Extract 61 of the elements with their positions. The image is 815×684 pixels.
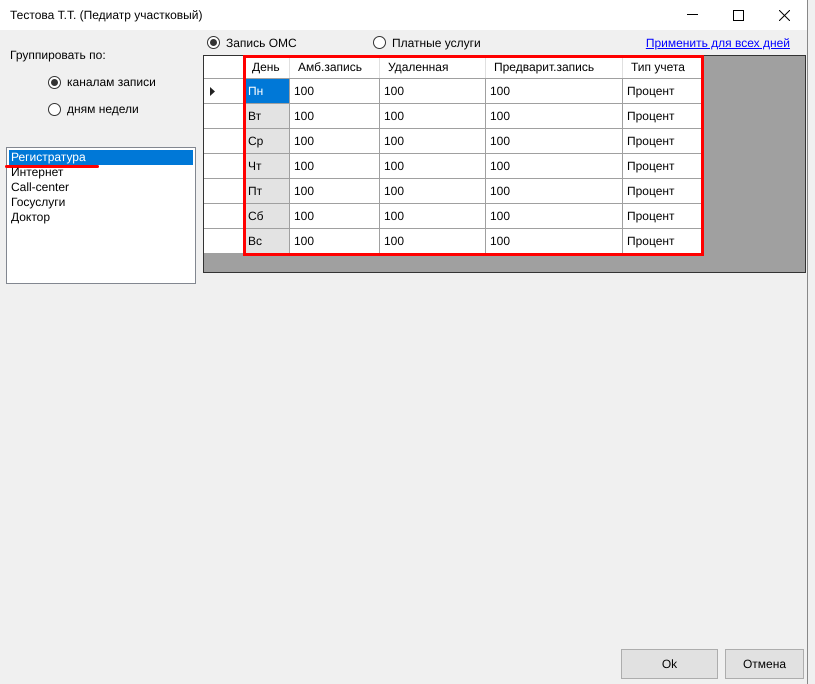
radio-label: дням недели xyxy=(67,101,139,118)
column-header[interactable]: День xyxy=(244,56,290,78)
table-cell[interactable]: Вс xyxy=(244,229,290,253)
table-cell[interactable]: 100 xyxy=(486,179,623,203)
group-by-label: Группировать по: xyxy=(10,47,107,64)
table-cell[interactable]: Пт xyxy=(244,179,290,203)
maximize-icon xyxy=(732,10,744,20)
table-cell[interactable]: 100 xyxy=(380,79,486,103)
radio-label: каналам записи xyxy=(67,74,156,91)
table-cell[interactable]: 100 xyxy=(486,104,623,128)
table-cell[interactable]: Процент xyxy=(623,204,704,228)
dialog-button[interactable]: Ok xyxy=(621,649,718,679)
table-cell[interactable]: Сб xyxy=(244,204,290,228)
table-cell[interactable]: 100 xyxy=(486,154,623,178)
table-cell[interactable]: 100 xyxy=(380,229,486,253)
column-header[interactable]: Предварит.запись xyxy=(486,56,623,78)
table-cell[interactable]: 100 xyxy=(380,104,486,128)
table-cell[interactable]: Процент xyxy=(623,154,704,178)
list-item[interactable]: Доктор xyxy=(9,210,193,225)
minimize-icon xyxy=(686,14,698,16)
table-cell[interactable]: Процент xyxy=(623,229,704,253)
table-cell[interactable]: 100 xyxy=(290,229,380,253)
table-cell[interactable]: Процент xyxy=(623,104,704,128)
radio-label: Запись ОМС xyxy=(226,34,297,52)
radio-button[interactable] xyxy=(373,36,386,49)
table-cell[interactable]: 100 xyxy=(290,79,380,103)
table-cell[interactable]: 100 xyxy=(380,179,486,203)
list-item[interactable]: Call-center xyxy=(9,180,193,195)
table-cell[interactable]: Ср xyxy=(244,129,290,153)
table-cell[interactable]: 100 xyxy=(380,129,486,153)
table-cell[interactable]: 100 xyxy=(290,204,380,228)
table-cell[interactable]: Процент xyxy=(623,129,704,153)
list-item[interactable]: Интернет xyxy=(9,165,193,180)
column-header[interactable]: Амб.запись xyxy=(290,56,380,78)
column-header[interactable]: Удаленная xyxy=(380,56,486,78)
table-cell[interactable]: 100 xyxy=(486,204,623,228)
radio-button[interactable] xyxy=(207,36,220,49)
column-header[interactable]: Тип учета xyxy=(623,56,704,78)
table-cell[interactable]: Пн xyxy=(244,79,290,103)
table-cell[interactable]: 100 xyxy=(380,204,486,228)
apply-all-link[interactable]: Применить для всех дней xyxy=(646,34,790,52)
table-cell[interactable]: 100 xyxy=(486,79,623,103)
radio-button[interactable] xyxy=(48,102,61,116)
table-cell[interactable]: 100 xyxy=(486,229,623,253)
table-cell[interactable]: Вт xyxy=(244,104,290,128)
table-cell[interactable]: 100 xyxy=(290,154,380,178)
table-cell[interactable]: 100 xyxy=(290,129,380,153)
dialog-button[interactable]: Отмена xyxy=(725,649,804,679)
table-cell[interactable]: Процент xyxy=(623,179,704,203)
window-title: Тестова Т.Т. (Педиатр участковый) xyxy=(10,7,204,24)
table-cell[interactable]: Процент xyxy=(623,79,704,103)
radio-button[interactable] xyxy=(48,76,61,88)
radio-label: Платные услуги xyxy=(392,34,481,52)
table-cell[interactable]: 100 xyxy=(380,154,486,178)
close-icon xyxy=(778,10,790,20)
list-item[interactable]: Регистратура xyxy=(9,150,193,165)
table-cell[interactable]: 100 xyxy=(290,104,380,128)
table-cell[interactable]: 100 xyxy=(290,179,380,203)
list-item[interactable]: Госуслуги xyxy=(9,195,193,210)
table-cell[interactable]: Чт xyxy=(244,154,290,178)
table-cell[interactable]: 100 xyxy=(486,129,623,153)
